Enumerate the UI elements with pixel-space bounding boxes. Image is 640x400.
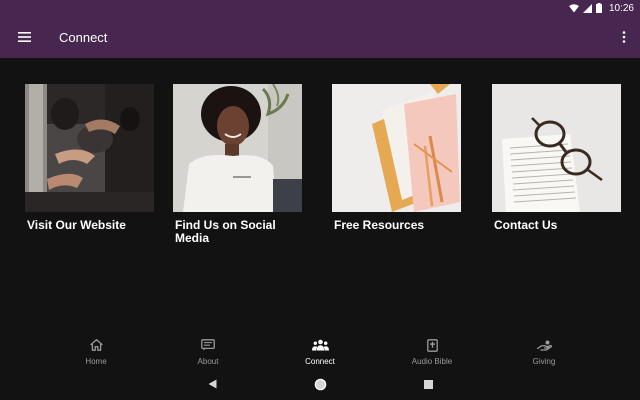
card-label: Contact Us	[494, 218, 558, 232]
message-icon	[201, 339, 215, 351]
more-vert-icon	[622, 31, 626, 43]
card-label: Find Us on Social Media	[175, 218, 276, 245]
smiling-woman-photo	[173, 84, 302, 212]
status-time: 10:26	[608, 2, 634, 14]
nav-label: Audio Bible	[411, 357, 453, 366]
people-icon	[311, 339, 329, 351]
menu-button[interactable]	[0, 16, 48, 58]
page-title: Connect	[59, 29, 108, 45]
back-icon	[208, 379, 216, 389]
hamburger-menu-icon	[17, 32, 31, 42]
bible-icon	[426, 338, 438, 352]
glasses-on-book-photo	[492, 84, 621, 212]
nav-item-home[interactable]: Home	[40, 331, 152, 367]
system-back-button[interactable]	[158, 379, 266, 389]
connect-cards: Visit Our Website Find Us on Social Medi…	[25, 84, 625, 254]
system-recents-button[interactable]	[374, 379, 482, 389]
card-visit-website[interactable]: Visit Our Website	[25, 84, 154, 232]
paper-pens-photo	[332, 84, 461, 212]
status-bar: 10:26	[0, 0, 640, 16]
nav-item-giving[interactable]: Giving	[488, 331, 600, 367]
nav-label: Connect	[305, 357, 335, 366]
card-social-media[interactable]: Find Us on Social Media	[173, 84, 302, 245]
giving-hand-icon	[536, 340, 552, 351]
nav-label: Giving	[532, 357, 556, 366]
card-label: Free Resources	[334, 218, 425, 232]
app-bar: Connect	[0, 16, 640, 58]
nav-label: About	[197, 357, 219, 366]
card-label: Visit Our Website	[27, 218, 126, 232]
wifi-icon	[568, 3, 579, 12]
overflow-menu-button[interactable]	[608, 16, 640, 58]
bottom-nav: Home About Connect Audio Bible Giving	[0, 331, 640, 367]
cell-signal-icon	[582, 3, 592, 13]
card-contact-us[interactable]: Contact Us	[492, 84, 621, 232]
system-nav-bar	[0, 372, 640, 396]
nav-label: Home	[85, 357, 107, 366]
worship-crowd-photo	[25, 84, 154, 212]
nav-item-about[interactable]: About	[152, 331, 264, 367]
home-circle-icon	[314, 378, 326, 390]
nav-item-audio-bible[interactable]: Audio Bible	[376, 331, 488, 367]
home-icon	[89, 339, 103, 351]
app-screen: 10:26 Connect Visit Our Website Find Us …	[0, 0, 640, 400]
recents-icon	[423, 379, 433, 389]
nav-item-connect[interactable]: Connect	[264, 331, 376, 367]
battery-icon	[595, 3, 602, 13]
card-free-resources[interactable]: Free Resources	[332, 84, 461, 232]
system-home-button[interactable]	[266, 378, 374, 391]
